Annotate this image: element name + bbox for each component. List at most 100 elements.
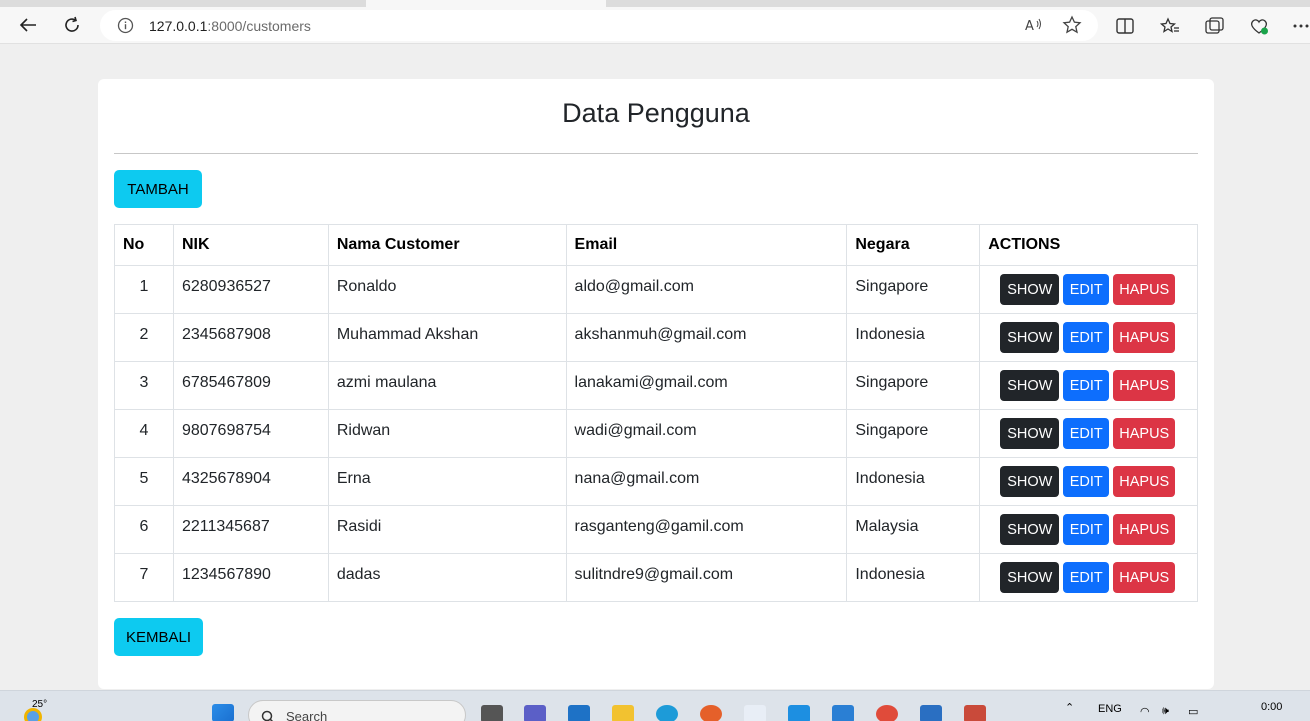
cell-nama: Ronaldo [327,265,567,314]
cell-nik: 4325678904 [172,457,329,506]
cell-actions: SHOW EDIT HAPUS [979,409,1198,458]
language-indicator[interactable]: ENG [1098,703,1122,715]
cell-no: 1 [114,265,174,314]
edit-button[interactable]: EDIT [1063,322,1110,353]
weather-icon[interactable]: 25° [20,691,50,721]
cell-actions: SHOW EDIT HAPUS [979,505,1198,554]
cell-negara: Indonesia [846,553,981,602]
table-header-row: No NIK Nama Customer Email Negara ACTION… [114,224,1198,266]
add-button[interactable]: TAMBAH [114,170,202,208]
split-screen-icon[interactable] [1114,15,1136,37]
taskbar-search[interactable]: Search [248,700,466,721]
file-explorer-icon[interactable] [612,705,634,721]
back-icon[interactable] [14,12,42,38]
cell-nik: 2345687908 [172,313,329,362]
favorite-star-icon[interactable] [1062,15,1082,40]
show-button[interactable]: SHOW [1000,322,1060,353]
column-header-nik: NIK [172,224,329,266]
cell-negara: Indonesia [846,313,981,362]
content-card: Data Pengguna TAMBAH No NIK Nama Custome… [98,79,1214,689]
cell-email: lanakami@gmail.com [565,361,848,410]
page-title: Data Pengguna [562,98,750,128]
show-button[interactable]: SHOW [1000,514,1060,545]
edit-button[interactable]: EDIT [1063,274,1110,305]
show-button[interactable]: SHOW [1000,274,1060,305]
svg-text:A: A [1025,19,1034,34]
cell-negara: Singapore [846,361,981,410]
read-aloud-icon[interactable]: A [1024,16,1044,39]
show-button[interactable]: SHOW [1000,562,1060,593]
edit-button[interactable]: EDIT [1063,562,1110,593]
back-button[interactable]: KEMBALI [114,618,203,656]
cell-email: wadi@gmail.com [565,409,848,458]
show-button[interactable]: SHOW [1000,466,1060,497]
cell-no: 6 [114,505,174,554]
app-icon-2[interactable] [920,705,942,721]
delete-button[interactable]: HAPUS [1113,562,1176,593]
wifi-icon[interactable]: ◠ [1140,705,1150,718]
cell-nama: dadas [327,553,567,602]
page-viewport: Data Pengguna TAMBAH No NIK Nama Custome… [0,45,1310,690]
cell-nama: Erna [327,457,567,506]
table-row: 1 6280936527 Ronaldo aldo@gmail.com Singapor… [114,265,1198,314]
url-text: 127.0.0.1:8000/customers [149,18,311,34]
cell-nik: 9807698754 [172,409,329,458]
battery-icon[interactable]: ▭ [1188,705,1198,718]
delete-button[interactable]: HAPUS [1113,514,1176,545]
delete-button[interactable]: HAPUS [1113,466,1176,497]
cell-negara: Singapore [846,265,981,314]
delete-button[interactable]: HAPUS [1113,418,1176,449]
teams-icon[interactable] [524,705,546,721]
cell-email: aldo@gmail.com [565,265,848,314]
cell-nama: Muhammad Akshan [327,313,567,362]
column-header-nama: Nama Customer [327,224,567,266]
table-row: 6 2211345687 Rasidi rasganteng@gamil.com Mal… [114,505,1198,554]
vscode-icon[interactable] [832,705,854,721]
edit-button[interactable]: EDIT [1063,514,1110,545]
delete-button[interactable]: HAPUS [1113,322,1176,353]
site-info-icon[interactable] [117,17,134,39]
table-row: 3 6785467809 azmi maulana lanakami@gmail.co… [114,361,1198,410]
customers-table: No NIK Nama Customer Email Negara ACTION… [114,224,1198,602]
store-icon[interactable] [788,705,810,721]
app-icon-3[interactable] [964,705,986,721]
windows-start-icon[interactable] [212,704,234,721]
table-row: 4 9807698754 Ridwan wadi@gmail.com Singapore… [114,409,1198,458]
table-row: 2 2345687908 Muhammad Akshan akshanmuh@gmai… [114,313,1198,362]
cell-actions: SHOW EDIT HAPUS [979,361,1198,410]
column-header-actions: ACTIONS [979,224,1198,266]
cell-actions: SHOW EDIT HAPUS [979,553,1198,602]
clock-time[interactable]: 0:00 [1261,701,1282,713]
delete-button[interactable]: HAPUS [1113,274,1176,305]
more-menu-icon[interactable] [1290,15,1310,37]
cell-no: 7 [114,553,174,602]
collections-icon[interactable] [1204,15,1226,37]
task-view-icon[interactable] [481,705,503,721]
cell-no: 2 [114,313,174,362]
edit-button[interactable]: EDIT [1063,466,1110,497]
cell-negara: Indonesia [846,457,981,506]
table-row: 5 4325678904 Erna nana@gmail.com Indonesia SH… [114,457,1198,506]
address-bar[interactable]: 127.0.0.1:8000/customers A [100,10,1098,41]
favorites-icon[interactable] [1159,15,1181,37]
taskbar: 25° Search ⌃ ENG ◠ 🕪 ▭ 0:00 [0,690,1310,721]
mail-icon[interactable] [568,705,590,721]
delete-button[interactable]: HAPUS [1113,370,1176,401]
reload-icon[interactable] [58,12,86,38]
volume-icon[interactable]: 🕪 [1162,705,1169,718]
show-button[interactable]: SHOW [1000,370,1060,401]
tray-chevron-icon[interactable]: ⌃ [1065,701,1074,714]
active-tab[interactable] [366,0,606,7]
firefox-icon[interactable] [700,705,722,721]
chrome-icon[interactable] [876,705,898,721]
cell-actions: SHOW EDIT HAPUS [979,265,1198,314]
edit-button[interactable]: EDIT [1063,418,1110,449]
edge-icon[interactable] [656,705,678,721]
column-header-negara: Negara [846,224,981,266]
app-icon[interactable] [744,705,766,721]
cell-email: sulitndre9@gmail.com [565,553,848,602]
show-button[interactable]: SHOW [1000,418,1060,449]
cell-nik: 6785467809 [172,361,329,410]
edit-button[interactable]: EDIT [1063,370,1110,401]
browser-essentials-icon[interactable] [1248,15,1270,37]
